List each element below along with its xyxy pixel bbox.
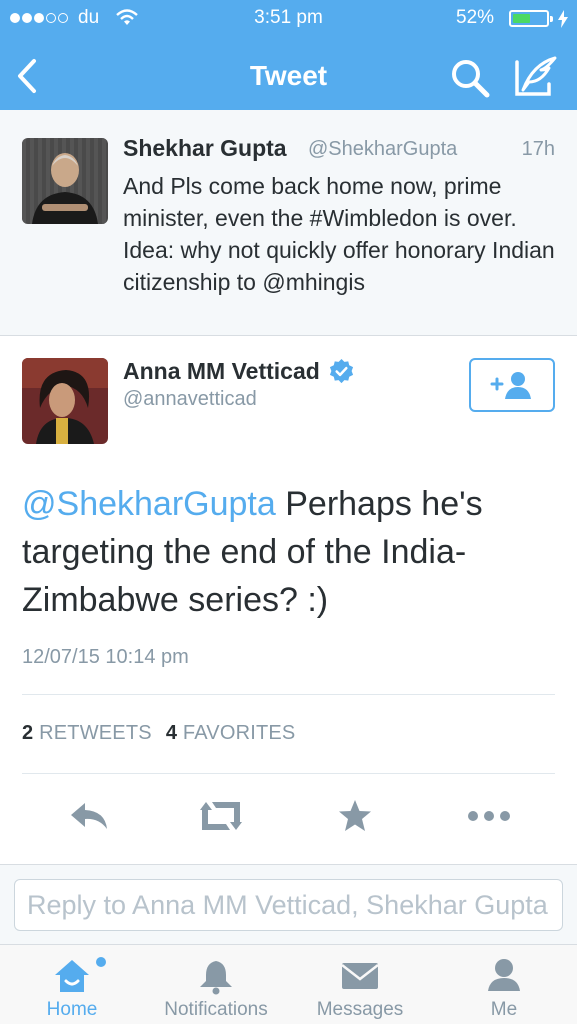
compose-quill-icon <box>515 56 557 96</box>
mention-link[interactable]: @ShekharGupta <box>22 485 276 523</box>
author-name-text: Anna MM Vetticad <box>123 358 320 384</box>
tab-me[interactable]: Me <box>464 945 544 1024</box>
search-icon <box>452 60 490 98</box>
person-icon <box>488 959 520 991</box>
divider <box>22 773 555 774</box>
author-handle[interactable]: @ShekharGupta <box>308 138 457 161</box>
compose-button[interactable] <box>513 54 559 100</box>
tweet-text: And Pls come back home now, prime minist… <box>123 173 555 295</box>
retweets-label: RETWEETS <box>39 722 152 744</box>
reply-input[interactable] <box>14 879 563 931</box>
reply-icon <box>71 803 107 829</box>
favorite-button[interactable] <box>330 791 380 841</box>
tab-label: Home <box>46 999 98 1020</box>
tab-messages[interactable]: Messages <box>304 945 416 1024</box>
favorites-count: 4 <box>165 722 178 744</box>
favorites-label: FAVORITES <box>182 722 296 744</box>
author-name[interactable]: Anna MM Vetticad <box>123 358 355 385</box>
star-icon <box>339 800 371 831</box>
parent-tweet[interactable]: Shekhar Gupta @ShekharGupta 17h And Pls … <box>0 110 577 336</box>
main-tweet: Anna MM Vetticad @annavetticad @ShekharG… <box>0 336 577 866</box>
favorites-stat[interactable]: 4 FAVORITES <box>166 722 296 744</box>
battery-percent: 52% <box>456 7 495 28</box>
tab-bar: Home Notifications Messages Me <box>0 944 577 1024</box>
tab-label: Notifications <box>164 999 268 1020</box>
divider <box>22 694 555 695</box>
author-handle[interactable]: @annavetticad <box>123 388 257 411</box>
author-name[interactable]: Shekhar Gupta <box>123 135 287 162</box>
unread-indicator <box>96 957 106 967</box>
reply-bar <box>0 864 577 944</box>
avatar[interactable] <box>22 358 108 444</box>
battery-icon <box>509 10 553 27</box>
verified-badge-icon <box>329 358 353 384</box>
search-button[interactable] <box>448 56 492 100</box>
retweets-stat[interactable]: 2 RETWEETS <box>22 722 152 744</box>
more-dots-icon <box>468 811 510 821</box>
envelope-icon <box>341 963 379 989</box>
retweet-icon <box>200 802 242 830</box>
reply-button[interactable] <box>64 791 114 841</box>
avatar[interactable] <box>22 138 108 224</box>
nav-bar: Tweet <box>0 38 577 110</box>
charging-icon <box>558 10 568 28</box>
status-bar: du 3:51 pm 52% <box>0 0 577 38</box>
add-user-icon <box>490 372 531 399</box>
tab-home[interactable]: Home <box>22 945 122 1024</box>
tweet-text: @ShekharGupta Perhaps he's targeting the… <box>22 480 562 624</box>
tweet-stats: 2 RETWEETS 4 FAVORITES <box>22 722 295 745</box>
home-icon <box>55 960 89 992</box>
tweet-time: 17h <box>521 138 555 160</box>
tweet-actions <box>0 791 577 841</box>
more-button[interactable] <box>464 791 514 841</box>
tab-label: Me <box>490 999 518 1020</box>
tweet-timestamp: 12/07/15 10:14 pm <box>22 646 189 668</box>
tab-notifications[interactable]: Notifications <box>150 945 282 1024</box>
tab-label: Messages <box>316 999 404 1020</box>
follow-button[interactable] <box>469 358 555 412</box>
header: du 3:51 pm 52% Tweet <box>0 0 577 110</box>
retweets-count: 2 <box>22 722 34 744</box>
retweet-button[interactable] <box>196 791 246 841</box>
bell-icon <box>200 961 232 995</box>
